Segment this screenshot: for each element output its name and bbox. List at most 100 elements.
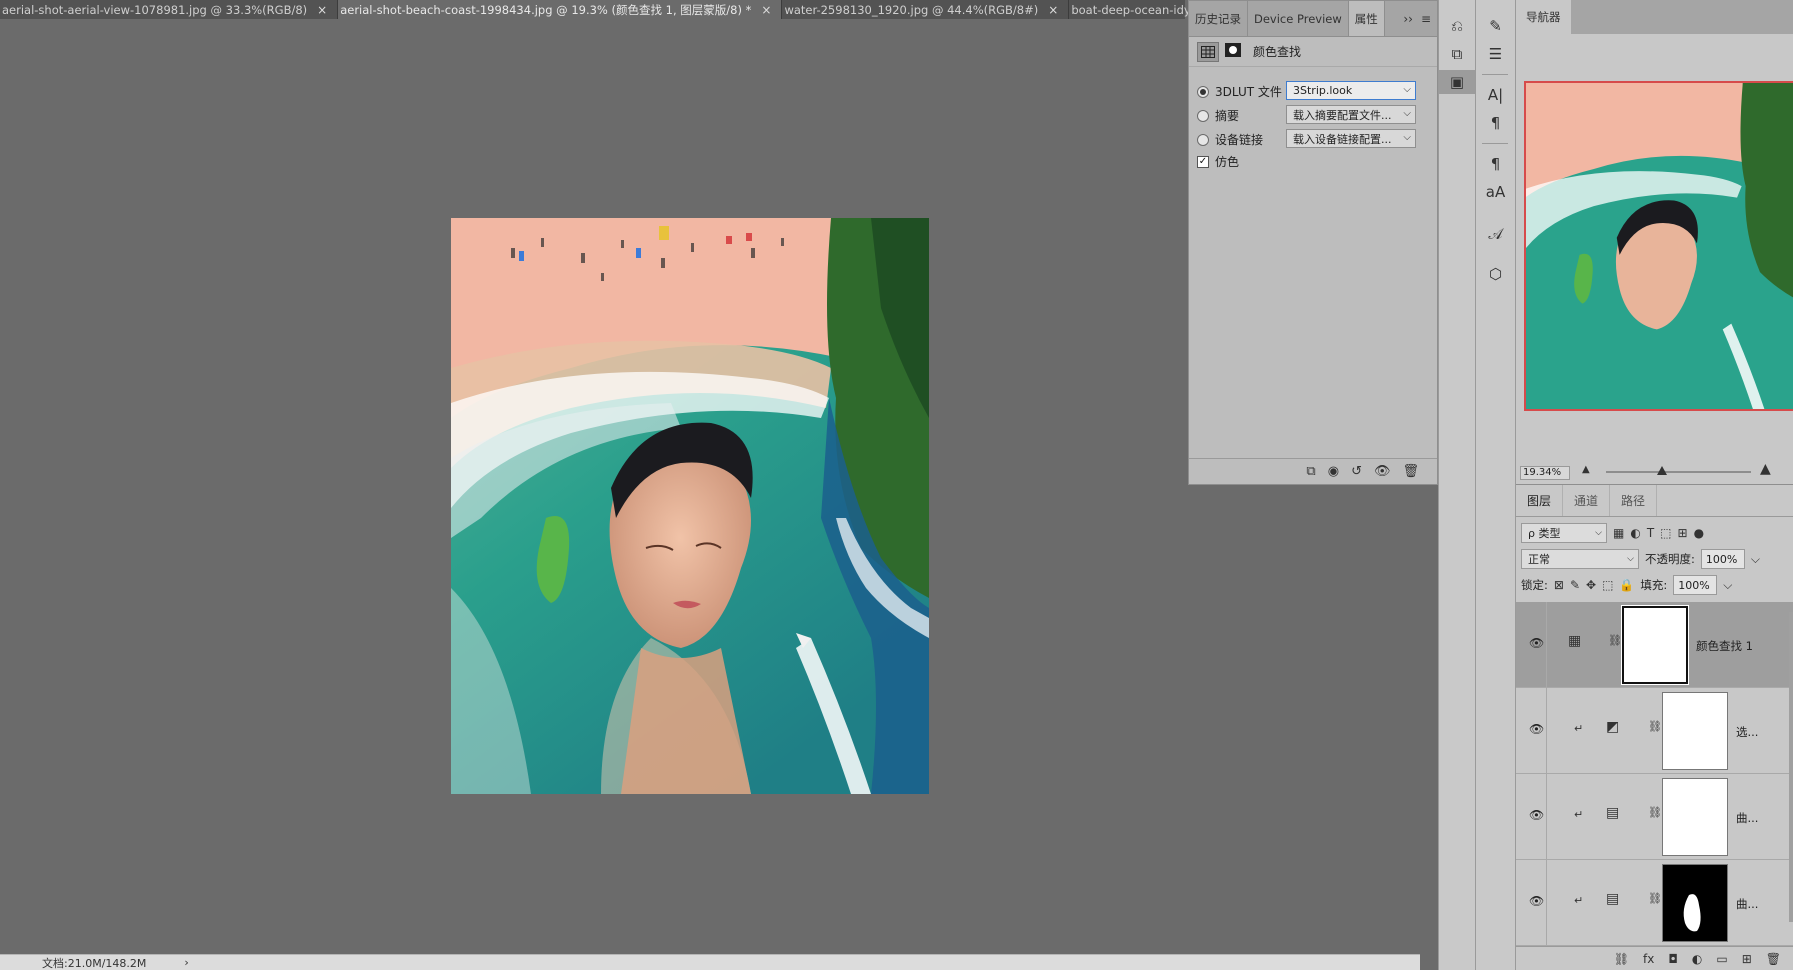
layer-mask-thumbnail[interactable]: [1621, 605, 1689, 685]
blend-mode-select[interactable]: 正常 ⌵: [1521, 549, 1639, 569]
collapse-panels-icon[interactable]: ››: [1403, 12, 1413, 26]
link-layers-icon[interactable]: ⛓: [1614, 952, 1629, 966]
layer-filter-select[interactable]: ρ 类型 ⌵: [1521, 523, 1607, 543]
close-icon[interactable]: ×: [1048, 3, 1058, 17]
filter-pixel-icon[interactable]: ▦: [1613, 526, 1624, 540]
layer-mask-icon[interactable]: [1225, 43, 1241, 60]
chain-link-icon[interactable]: ⛓: [1648, 720, 1662, 733]
dither-checkbox[interactable]: ✓: [1197, 155, 1209, 168]
opacity-input[interactable]: 100%: [1700, 549, 1745, 569]
document-image[interactable]: [451, 218, 929, 794]
new-layer-icon[interactable]: ⊞: [1742, 952, 1752, 966]
clone-source-icon[interactable]: ⧉: [1439, 42, 1475, 66]
tab-properties[interactable]: 属性: [1348, 1, 1385, 36]
filter-toggle-icon[interactable]: ●: [1694, 526, 1704, 540]
filter-shape-icon[interactable]: ⬚: [1660, 526, 1671, 540]
eye-icon[interactable]: 👁: [1529, 636, 1544, 650]
zoom-slider-handle[interactable]: [1657, 466, 1667, 475]
filter-type-icon[interactable]: T: [1647, 526, 1654, 540]
layer-name[interactable]: 颜色查找 1: [1696, 638, 1753, 654]
lock-artboard-icon[interactable]: ⬚: [1602, 578, 1613, 592]
tab-navigator[interactable]: 导航器: [1516, 0, 1571, 34]
lock-image-icon[interactable]: ✎: [1570, 578, 1580, 592]
adjustments-icon[interactable]: ☰: [1476, 42, 1515, 66]
close-icon[interactable]: ×: [317, 3, 327, 17]
paragraph-icon[interactable]: ¶: [1476, 111, 1515, 135]
chain-link-icon[interactable]: ⛓: [1608, 634, 1622, 647]
document-tab-2[interactable]: aerial-shot-beach-coast-1998434.jpg @ 19…: [338, 0, 783, 19]
character-styles-icon[interactable]: aA: [1476, 180, 1515, 204]
panel-strip-2: ✎ ☰ A| ¶ ¶ aA 𝒜 ⬡: [1476, 0, 1516, 970]
layer-row[interactable]: 👁 ▦ ⛓ 颜色查找 1: [1516, 602, 1793, 688]
layer-mask-thumbnail[interactable]: [1662, 778, 1728, 856]
eye-icon[interactable]: 👁: [1529, 722, 1544, 736]
chain-link-icon[interactable]: ⛓: [1648, 806, 1662, 819]
document-tab-3[interactable]: water-2598130_1920.jpg @ 44.4%(RGB/8#) ×: [782, 0, 1070, 19]
reset-icon[interactable]: ↺: [1351, 464, 1362, 479]
zoom-slider-track[interactable]: [1606, 471, 1751, 473]
brush-settings-icon[interactable]: ✎: [1476, 14, 1515, 38]
status-menu-arrow[interactable]: ›: [184, 956, 188, 969]
tab-history[interactable]: 历史记录: [1189, 1, 1248, 36]
lock-all-icon[interactable]: 🔒: [1619, 578, 1634, 592]
radio-device-link[interactable]: [1197, 133, 1209, 146]
filter-adjustment-icon[interactable]: ◐: [1630, 526, 1640, 540]
chain-link-icon[interactable]: ⛓: [1648, 892, 1662, 905]
navigator-thumbnail[interactable]: [1524, 81, 1793, 411]
tab-channels[interactable]: 通道: [1563, 485, 1611, 516]
layer-name[interactable]: 选...: [1736, 724, 1758, 740]
clip-to-layer-icon[interactable]: ⧉: [1306, 464, 1315, 479]
eye-icon[interactable]: 👁: [1529, 894, 1544, 908]
layers-scrollbar[interactable]: [1789, 612, 1793, 922]
visibility-icon[interactable]: 👁: [1374, 464, 1391, 479]
layer-name[interactable]: 曲...: [1736, 896, 1758, 912]
lock-transparent-icon[interactable]: ⊠: [1554, 578, 1564, 592]
adjustment-properties-icon[interactable]: [1197, 41, 1219, 62]
chevron-down-icon[interactable]: ⌵: [1751, 552, 1760, 567]
zoom-in-icon[interactable]: ▲: [1760, 461, 1771, 477]
delete-layer-icon[interactable]: 🗑: [1766, 952, 1781, 966]
view-previous-icon[interactable]: ◉: [1328, 464, 1339, 479]
tab-paths[interactable]: 路径: [1610, 485, 1658, 516]
layer-name[interactable]: 曲...: [1736, 810, 1758, 826]
panel-menu-icon[interactable]: ≡: [1421, 12, 1431, 26]
option-3dlut[interactable]: 3DLUT 文件: [1197, 83, 1282, 100]
layer-mask-thumbnail[interactable]: [1662, 864, 1728, 942]
paragraph-styles-icon[interactable]: ¶: [1476, 152, 1515, 176]
close-icon[interactable]: ×: [761, 3, 771, 17]
tab-layers[interactable]: 图层: [1516, 485, 1564, 516]
option-device-link[interactable]: 设备链接: [1197, 131, 1263, 148]
fx-icon[interactable]: fx: [1643, 952, 1654, 966]
lock-position-icon[interactable]: ✥: [1586, 578, 1596, 592]
eye-icon[interactable]: 👁: [1529, 808, 1544, 822]
abstract-select[interactable]: 载入摘要配置文件... ⌵: [1286, 105, 1416, 124]
radio-3dlut[interactable]: [1197, 85, 1209, 98]
radio-abstract[interactable]: [1197, 109, 1209, 122]
option-dither[interactable]: ✓ 仿色: [1197, 153, 1239, 170]
layer-row[interactable]: 👁 ↵ ▤ ⛓ 曲...: [1516, 774, 1793, 860]
layer-row[interactable]: 👁 ↵ ▤ ⛓ 曲...: [1516, 860, 1793, 946]
device-link-select[interactable]: 载入设备链接配置... ⌵: [1286, 129, 1416, 148]
properties-icon[interactable]: ▣: [1439, 70, 1475, 94]
lock-fill-bar: 锁定: ⊠ ✎ ✥ ⬚ 🔒 填充: 100% ⌵: [1521, 575, 1732, 595]
option-abstract[interactable]: 摘要: [1197, 107, 1239, 124]
layer-mask-thumbnail[interactable]: [1662, 692, 1728, 770]
fill-input[interactable]: 100%: [1673, 575, 1718, 595]
filter-smart-object-icon[interactable]: ⊞: [1678, 526, 1688, 540]
adjustment-layer-icon[interactable]: ◐: [1692, 952, 1702, 966]
character-icon[interactable]: A|: [1476, 83, 1515, 107]
history-brush-icon[interactable]: ⎌: [1439, 14, 1475, 38]
tab-device-preview[interactable]: Device Preview: [1248, 1, 1349, 36]
chevron-down-icon[interactable]: ⌵: [1723, 578, 1732, 593]
document-tab-1[interactable]: aerial-shot-aerial-view-1078981.jpg @ 33…: [0, 0, 339, 19]
3dlut-select[interactable]: 3Strip.look ⌵: [1286, 81, 1416, 100]
glyphs-icon[interactable]: 𝒜: [1476, 222, 1515, 246]
group-icon[interactable]: ▭: [1716, 952, 1727, 966]
3d-icon[interactable]: ⬡: [1476, 262, 1515, 286]
zoom-out-icon[interactable]: ▲: [1582, 464, 1590, 475]
layer-row[interactable]: 👁 ↵ ◩ ⛓ 选...: [1516, 688, 1793, 774]
layers-footer: ⛓ fx ◘ ◐ ▭ ⊞ 🗑: [1516, 946, 1793, 970]
add-mask-icon[interactable]: ◘: [1668, 952, 1678, 966]
delete-icon[interactable]: 🗑: [1402, 464, 1419, 479]
navigator-zoom-field[interactable]: 19.34%: [1520, 466, 1570, 480]
